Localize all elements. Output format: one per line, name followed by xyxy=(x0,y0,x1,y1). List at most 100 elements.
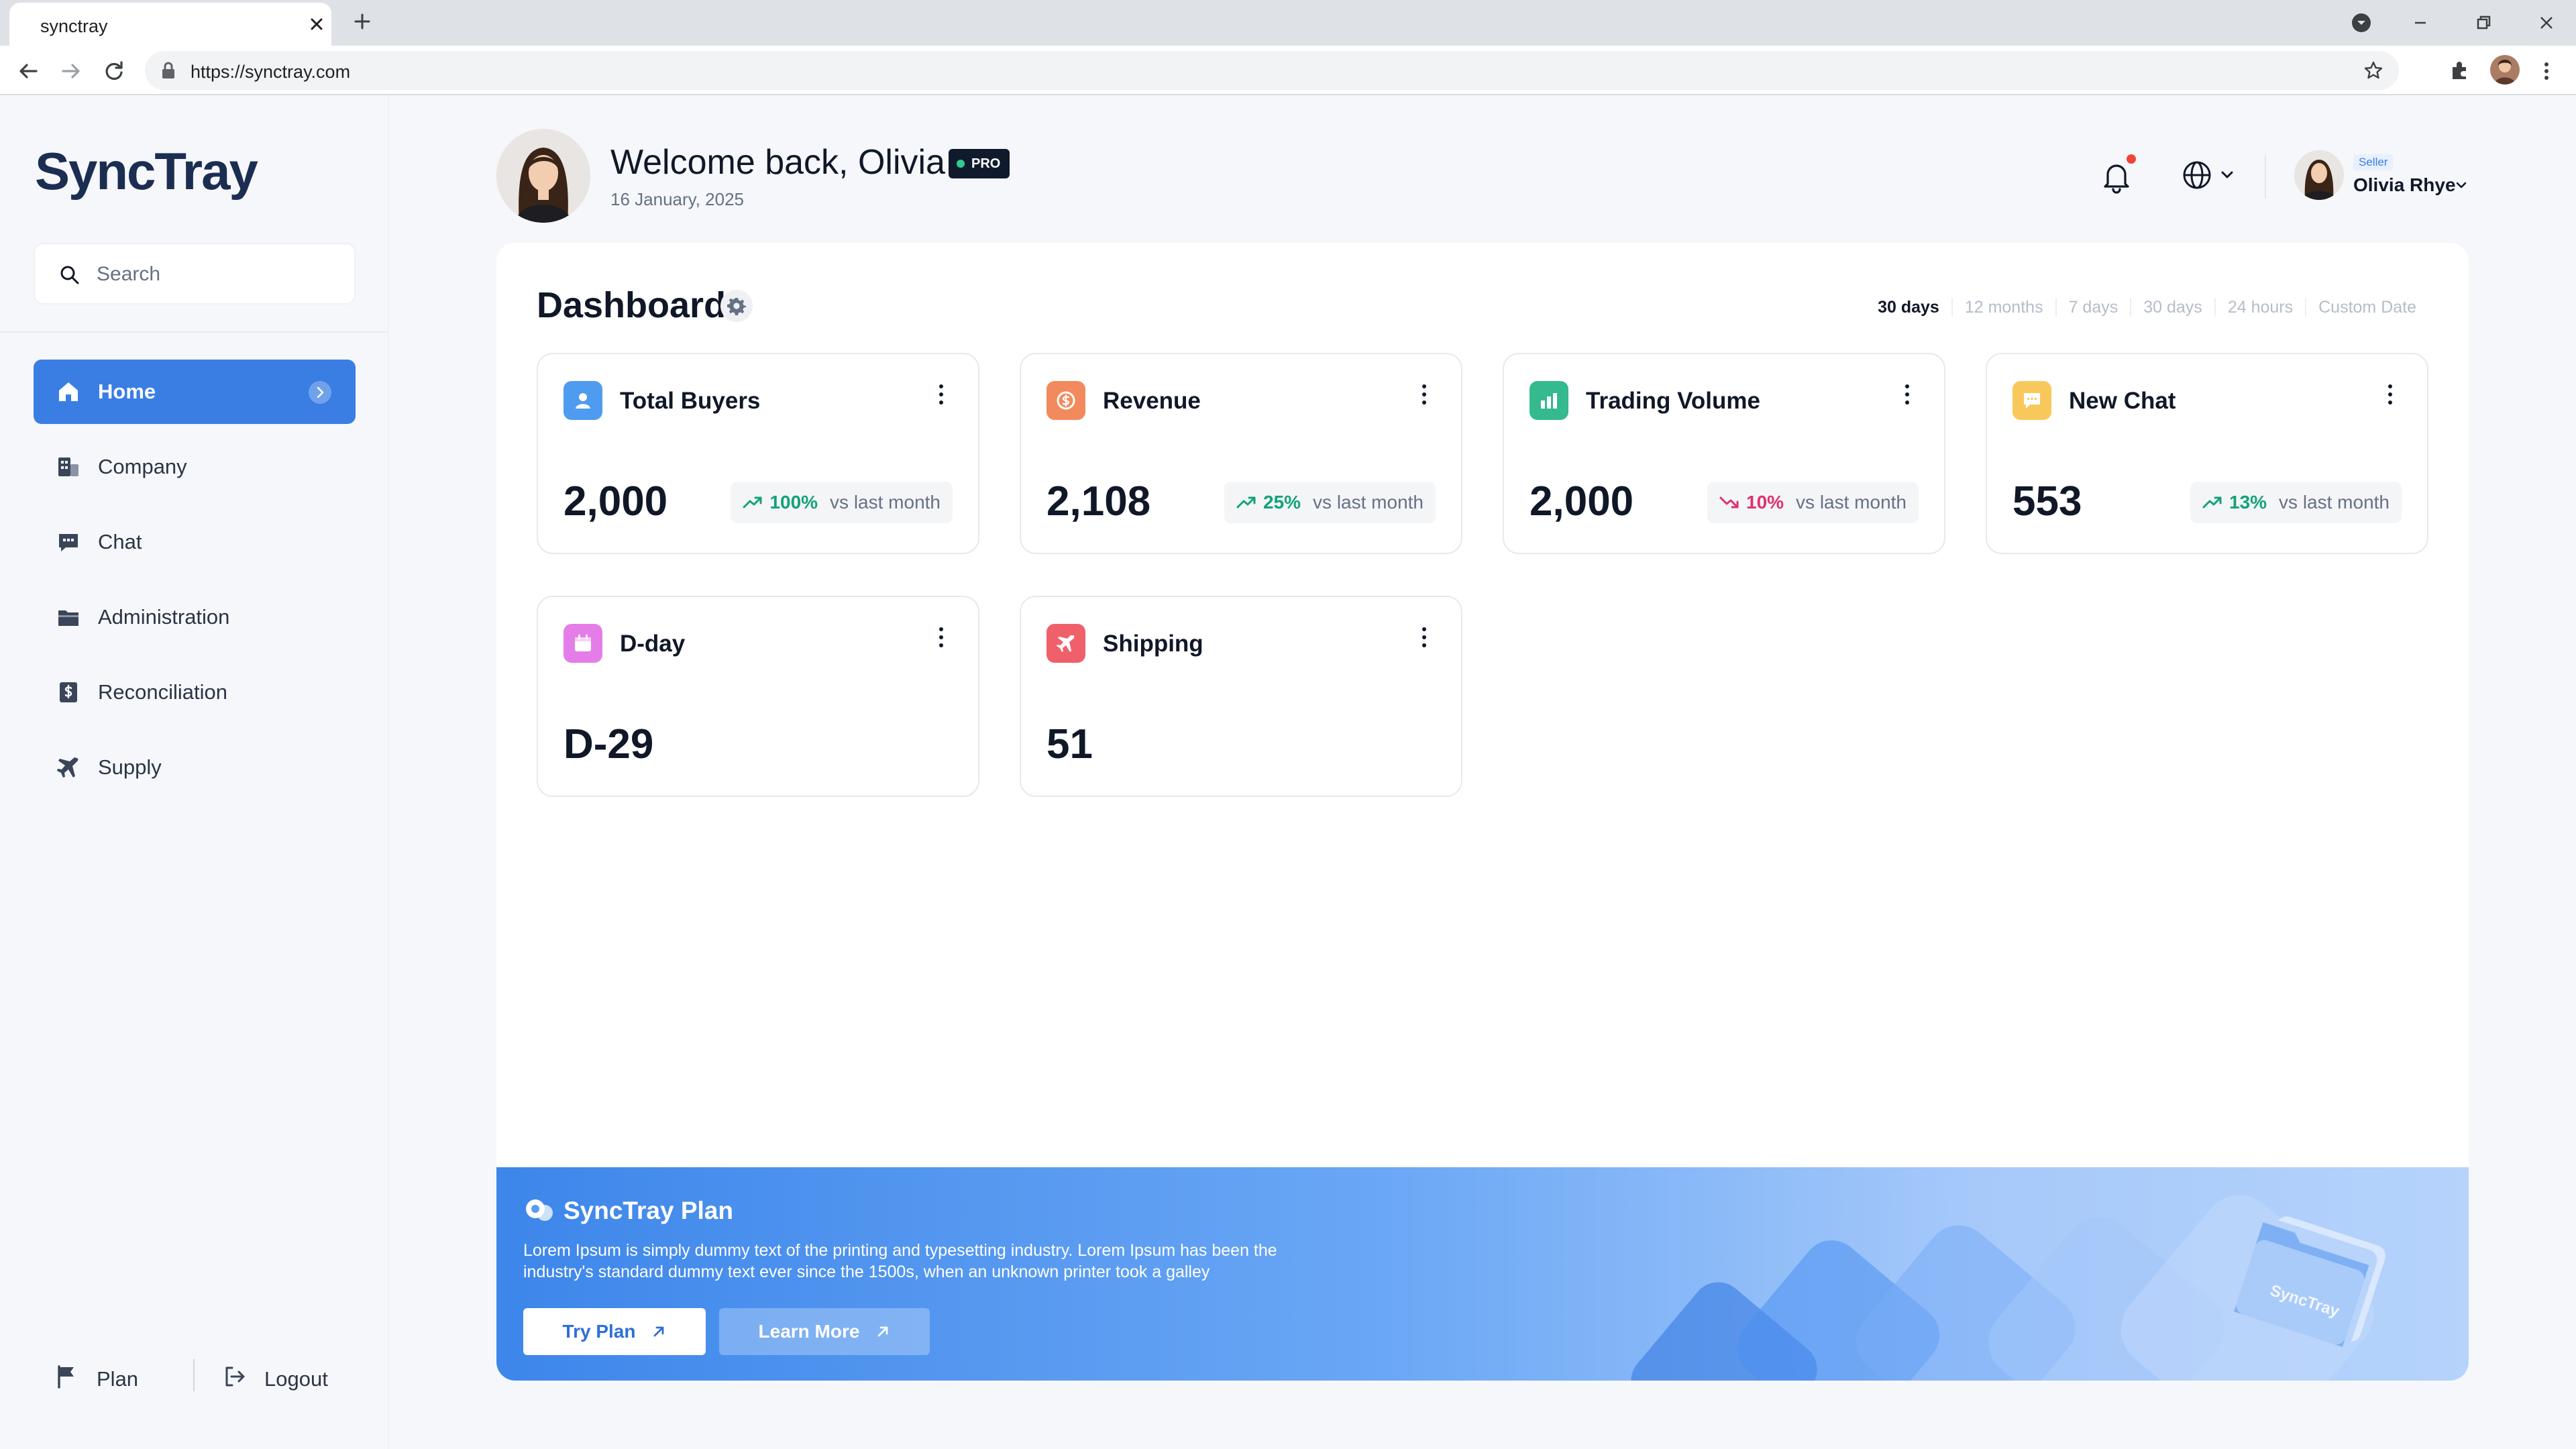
chevron-down-icon[interactable] xyxy=(2220,170,2234,180)
kebab-menu-icon[interactable] xyxy=(935,381,947,408)
trend-label: vs last month xyxy=(830,492,941,513)
range-tab[interactable]: 24 hours xyxy=(2214,298,2305,317)
stat-value: D-29 xyxy=(564,721,654,767)
restore-icon[interactable] xyxy=(2473,12,2494,34)
welcome-heading: Welcome back, Olivia xyxy=(610,143,945,182)
sidebar-item-supply[interactable]: Supply xyxy=(34,735,356,800)
sidebar-item-label: Reconciliation xyxy=(98,680,227,704)
folder-icon xyxy=(58,610,78,626)
trend-up-icon xyxy=(743,496,762,508)
range-tab[interactable]: 12 months xyxy=(1951,298,2055,317)
kebab-menu-icon[interactable] xyxy=(1418,381,1430,408)
stat-card-trading-volume[interactable]: Trading Volume 2,000 10% vs last month xyxy=(1503,353,1945,554)
money-icon xyxy=(1046,381,1085,420)
plus-icon[interactable] xyxy=(352,11,373,32)
kebab-menu-icon[interactable] xyxy=(1901,381,1913,408)
search-icon xyxy=(60,266,79,284)
chevron-down-icon[interactable] xyxy=(2455,181,2467,189)
kebab-menu-icon[interactable] xyxy=(1418,624,1430,651)
stat-card-total-buyers[interactable]: Total Buyers 2,000 100% vs last month xyxy=(537,353,979,554)
home-icon xyxy=(59,382,78,401)
logout-label: Logout xyxy=(264,1367,328,1391)
flag-icon xyxy=(58,1365,74,1389)
stat-card-d-day[interactable]: D-day D-29 xyxy=(537,596,979,797)
globe-icon[interactable] xyxy=(2180,158,2214,192)
range-tab[interactable]: 30 days xyxy=(1866,298,1951,317)
browser-toolbar: https://synctray.com xyxy=(0,46,2576,95)
try-plan-button[interactable]: Try Plan xyxy=(523,1308,706,1355)
extensions-icon[interactable] xyxy=(2447,58,2473,83)
range-tab[interactable]: 30 days xyxy=(2130,298,2214,317)
learn-more-button[interactable]: Learn More xyxy=(719,1308,930,1355)
chevron-right-icon[interactable] xyxy=(309,381,331,404)
sidebar-item-label: Administration xyxy=(98,605,230,629)
range-tab[interactable]: 7 days xyxy=(2055,298,2131,317)
trend-label: vs last month xyxy=(2279,492,2390,513)
browser-profile-avatar[interactable] xyxy=(2490,55,2520,85)
back-arrow-icon[interactable] xyxy=(16,59,40,83)
banner-description: Lorem Ipsum is simply dummy text of the … xyxy=(523,1241,1277,1281)
sidebar-item-label: Home xyxy=(98,380,156,403)
address-bar[interactable]: https://synctray.com xyxy=(145,51,2399,90)
browser-tab[interactable]: synctray xyxy=(9,3,331,46)
url-text: https://synctray.com xyxy=(191,62,351,82)
stat-value: 2,000 xyxy=(564,478,668,525)
kebab-menu-icon[interactable] xyxy=(2384,381,2396,408)
sidebar-item-home[interactable]: Home xyxy=(34,360,356,424)
sidebar-item-chat[interactable]: Chat xyxy=(34,510,356,574)
trend-label: vs last month xyxy=(1796,492,1907,513)
trend-percent: 100% xyxy=(769,492,818,513)
bell-icon[interactable] xyxy=(2098,158,2135,195)
chat-icon xyxy=(59,534,78,551)
search-input[interactable] xyxy=(97,259,338,290)
stat-card-revenue[interactable]: Revenue 2,108 25% vs last month xyxy=(1020,353,1462,554)
page-title: Dashboard xyxy=(537,285,727,325)
trend-up-icon xyxy=(1236,496,1256,508)
sidebar-item-label: Company xyxy=(98,455,187,478)
stat-value: 2,108 xyxy=(1046,478,1151,525)
sidebar-item-company[interactable]: Company xyxy=(34,435,356,499)
kebab-menu-icon[interactable] xyxy=(2536,59,2557,83)
user-name[interactable]: Olivia Rhye xyxy=(2353,174,2456,196)
stat-value: 2,000 xyxy=(1529,478,1634,525)
reload-icon[interactable] xyxy=(102,59,126,83)
stat-card-shipping[interactable]: Shipping 51 xyxy=(1020,596,1462,797)
close-window-icon[interactable] xyxy=(2536,12,2557,34)
profile-menu-icon[interactable] xyxy=(2351,12,2372,34)
logout-icon xyxy=(225,1366,245,1387)
dashboard-settings-button[interactable] xyxy=(720,290,753,322)
dollar-doc-icon xyxy=(60,682,77,702)
user-photo xyxy=(496,129,590,223)
app-logo[interactable]: SyncTray xyxy=(35,141,258,202)
trend-percent: 25% xyxy=(1263,492,1301,513)
search-box[interactable] xyxy=(34,243,356,305)
forward-arrow-icon[interactable] xyxy=(59,59,83,83)
trend-percent: 10% xyxy=(1746,492,1784,513)
plane-icon xyxy=(57,757,78,777)
sidebar-item-reconciliation[interactable]: Reconciliation xyxy=(34,660,356,724)
header-divider xyxy=(2265,156,2266,199)
trend-badge: 13% vs last month xyxy=(2190,482,2402,523)
stat-title: D-day xyxy=(620,631,686,657)
trend-up-icon xyxy=(2202,496,2222,508)
bookmark-star-icon[interactable] xyxy=(2363,60,2384,81)
stat-title: Total Buyers xyxy=(620,388,761,414)
trend-down-icon xyxy=(1719,496,1739,508)
dashboard-panel: Dashboard 30 days 12 months 7 days 30 da… xyxy=(496,243,2469,1381)
stat-card-new-chat[interactable]: New Chat 553 13% vs last month xyxy=(1986,353,2428,554)
sidebar: SyncTray Home Company Chat Administratio… xyxy=(0,95,389,1449)
minimize-icon[interactable] xyxy=(2410,12,2431,34)
calendar-icon xyxy=(564,624,602,663)
arrow-up-right-icon xyxy=(654,1326,664,1337)
avatar[interactable] xyxy=(2294,150,2344,200)
range-tab[interactable]: Custom Date xyxy=(2305,298,2428,317)
kebab-menu-icon[interactable] xyxy=(935,624,947,651)
trend-badge: 25% vs last month xyxy=(1224,482,1436,523)
arrow-up-right-icon xyxy=(878,1326,888,1337)
sidebar-footer: Plan Logout xyxy=(0,1343,388,1410)
close-icon[interactable] xyxy=(307,15,326,34)
sidebar-item-administration[interactable]: Administration xyxy=(34,585,356,649)
stat-title: Shipping xyxy=(1103,631,1203,657)
sidebar-divider xyxy=(0,331,388,333)
role-badge: Seller xyxy=(2353,154,2394,170)
